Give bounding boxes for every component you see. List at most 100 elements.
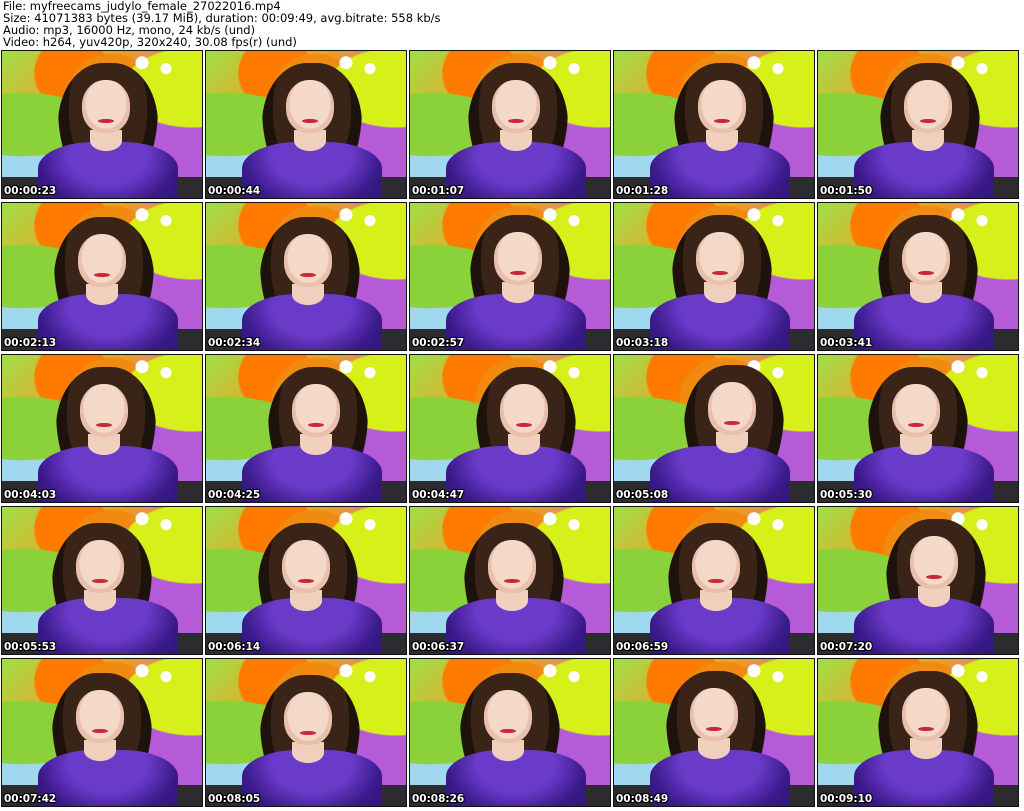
face [690, 688, 738, 742]
face [902, 688, 950, 742]
sweater [854, 598, 994, 654]
face [284, 234, 332, 288]
face [696, 232, 744, 286]
face [78, 234, 126, 288]
video-thumbnail: 00:05:08 [613, 354, 815, 503]
video-thumbnail: 00:01:28 [613, 50, 815, 199]
neck [88, 434, 120, 455]
thumbnail-timestamp: 00:07:42 [4, 793, 57, 805]
neck [86, 284, 118, 305]
thumbnail-timestamp: 00:06:59 [616, 641, 669, 653]
neck [290, 590, 322, 611]
face [500, 384, 548, 438]
face [284, 692, 332, 746]
thumbnail-grid: 00:00:23 00:00:44 00:01:07 00:01:28 00:01:50… [1, 50, 1023, 809]
neck [90, 130, 122, 151]
neck [292, 284, 324, 305]
video-thumbnail: 00:06:37 [409, 506, 611, 655]
neck [900, 434, 932, 455]
thumbnail-timestamp: 00:06:37 [412, 641, 465, 653]
face [902, 232, 950, 286]
thumbnail-timestamp: 00:04:47 [412, 489, 465, 501]
neck [704, 282, 736, 303]
thumbnail-timestamp: 00:00:44 [208, 185, 261, 197]
neck [292, 742, 324, 763]
thumbnail-timestamp: 00:06:14 [208, 641, 261, 653]
thumbnail-timestamp: 00:07:20 [820, 641, 873, 653]
thumbnail-timestamp: 00:05:30 [820, 489, 873, 501]
thumbnail-timestamp: 00:01:28 [616, 185, 669, 197]
neck [716, 432, 748, 453]
video-thumbnail: 00:04:47 [409, 354, 611, 503]
video-thumbnail: 00:01:07 [409, 50, 611, 199]
thumbnail-timestamp: 00:05:08 [616, 489, 669, 501]
video-thumbnail: 00:06:14 [205, 506, 407, 655]
thumbnail-timestamp: 00:00:23 [4, 185, 57, 197]
sweater [650, 750, 790, 806]
face [484, 690, 532, 744]
neck [910, 738, 942, 759]
thumbnail-timestamp: 00:02:57 [412, 337, 465, 349]
neck [698, 738, 730, 759]
face [282, 540, 330, 594]
thumbnail-timestamp: 00:08:26 [412, 793, 465, 805]
neck [294, 130, 326, 151]
video-thumbnail: 00:04:25 [205, 354, 407, 503]
thumbnail-timestamp: 00:08:05 [208, 793, 261, 805]
face [708, 382, 756, 436]
thumbnail-timestamp: 00:04:25 [208, 489, 261, 501]
video-thumbnail: 00:05:53 [1, 506, 203, 655]
video-thumbnail: 00:07:20 [817, 506, 1019, 655]
face [692, 540, 740, 594]
thumbnail-timestamp: 00:01:07 [412, 185, 465, 197]
video-info-line: Video: h264, yuv420p, 320x240, 30.08 fps… [3, 35, 297, 49]
thumbnail-timestamp: 00:09:10 [820, 793, 873, 805]
neck [508, 434, 540, 455]
neck [912, 130, 944, 151]
video-thumbnail: 00:04:03 [1, 354, 203, 503]
face [910, 536, 958, 590]
sweater [650, 446, 790, 502]
face [286, 80, 334, 134]
thumbnail-timestamp: 00:04:03 [4, 489, 57, 501]
face [698, 80, 746, 134]
face [292, 384, 340, 438]
video-thumbnail: 00:02:13 [1, 202, 203, 351]
video-thumbnail: 00:00:23 [1, 50, 203, 199]
neck [300, 434, 332, 455]
thumbnail-timestamp: 00:03:18 [616, 337, 669, 349]
thumbnail-timestamp: 00:08:49 [616, 793, 669, 805]
face [76, 690, 124, 744]
video-thumbnail: 00:05:30 [817, 354, 1019, 503]
thumbnail-timestamp: 00:02:13 [4, 337, 57, 349]
face [82, 80, 130, 134]
neck [700, 590, 732, 611]
neck [500, 130, 532, 151]
video-thumbnail: 00:01:50 [817, 50, 1019, 199]
neck [918, 586, 950, 607]
face [488, 540, 536, 594]
video-thumbnail: 00:02:34 [205, 202, 407, 351]
neck [706, 130, 738, 151]
video-thumbnail: 00:07:42 [1, 658, 203, 807]
video-thumbnail: 00:02:57 [409, 202, 611, 351]
face [80, 384, 128, 438]
neck [84, 590, 116, 611]
face [494, 232, 542, 286]
video-thumbnail: 00:03:18 [613, 202, 815, 351]
neck [910, 282, 942, 303]
thumbnail-timestamp: 00:02:34 [208, 337, 261, 349]
file-info-header: File: myfreecams_judylo_female_27022016.… [3, 0, 1021, 48]
video-thumbnail: 00:03:41 [817, 202, 1019, 351]
thumbnail-timestamp: 00:05:53 [4, 641, 57, 653]
video-thumbnail: 00:06:59 [613, 506, 815, 655]
neck [84, 740, 116, 761]
face [492, 80, 540, 134]
face [76, 540, 124, 594]
neck [492, 740, 524, 761]
sweater [854, 446, 994, 502]
face [904, 80, 952, 134]
video-thumbnail: 00:00:44 [205, 50, 407, 199]
neck [502, 282, 534, 303]
neck [496, 590, 528, 611]
